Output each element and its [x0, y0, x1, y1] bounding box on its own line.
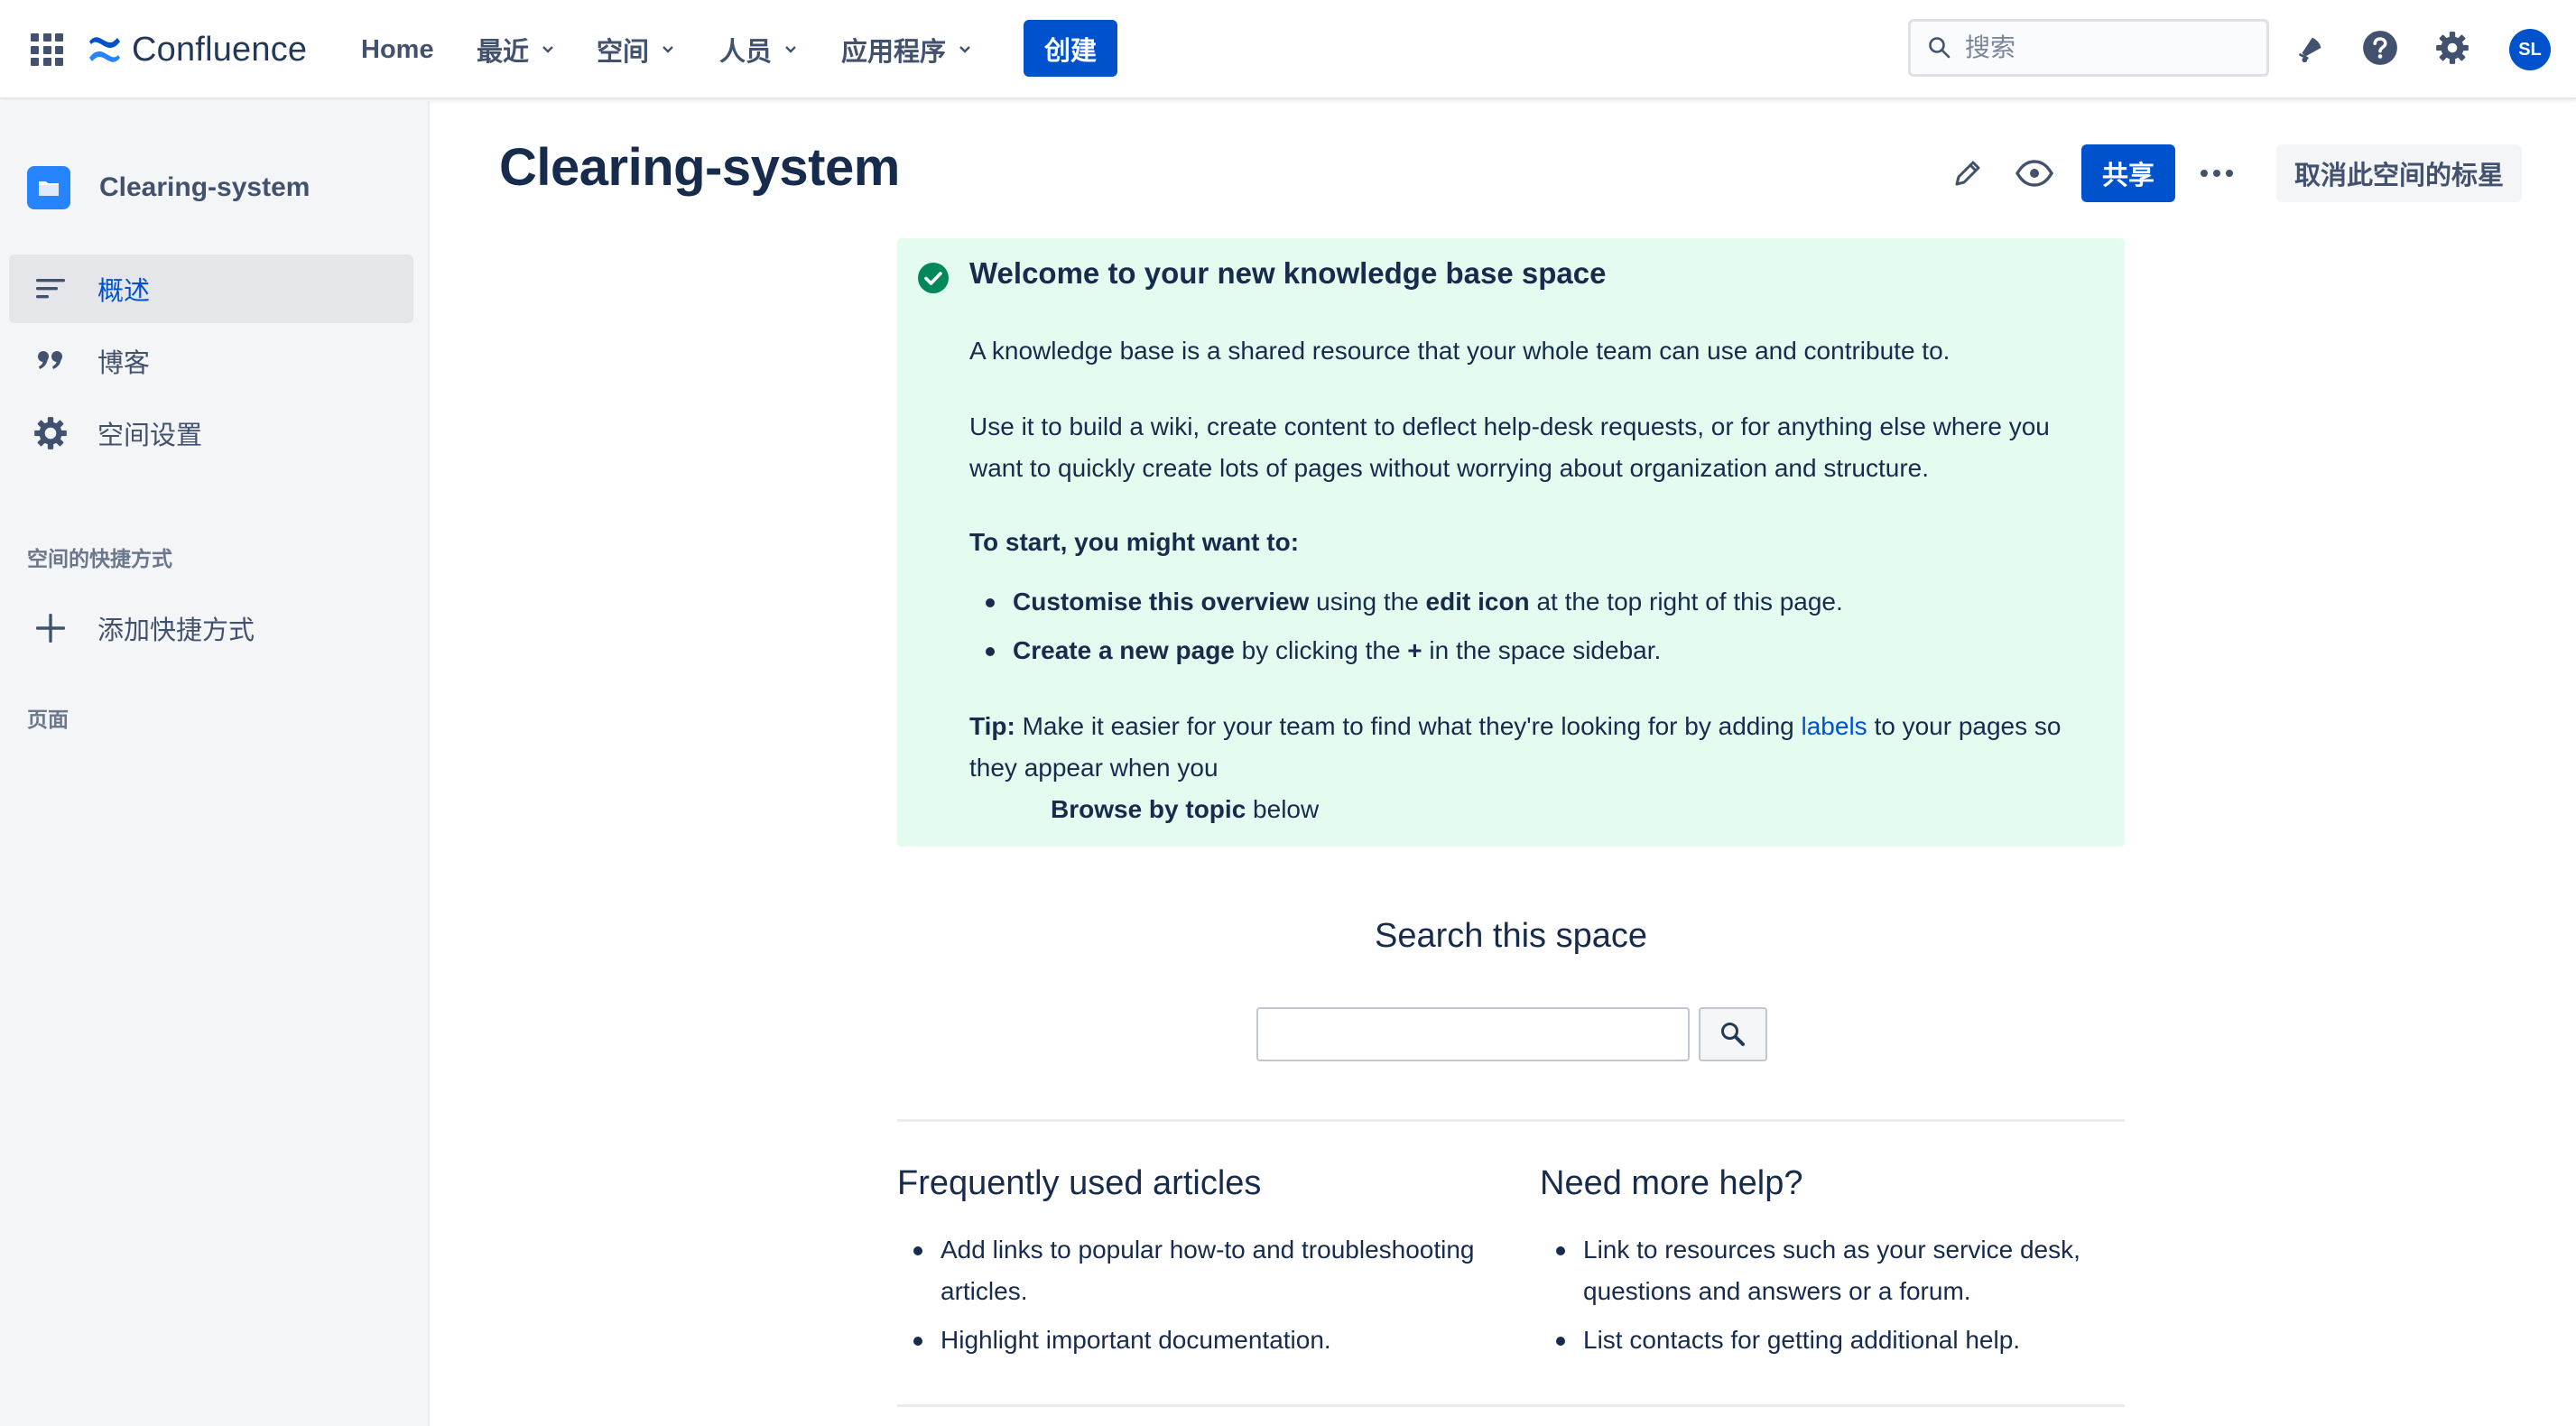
global-search-input[interactable] [1965, 33, 2254, 62]
space-name: Clearing-system [99, 172, 310, 202]
space-header[interactable]: Clearing-system [27, 166, 310, 209]
nav-people[interactable]: 人员 [719, 27, 797, 72]
chevron-down-icon [663, 46, 673, 53]
create-button[interactable]: 创建 [1024, 20, 1117, 77]
panel-tip: Tip: Make it easier for your team to fin… [969, 712, 2062, 740]
settings-gear-icon[interactable] [2432, 27, 2473, 69]
need-help-list: Link to resources such as your service d… [1540, 1229, 2117, 1368]
panel-title: Welcome to your new knowledge base space [969, 256, 1607, 290]
user-avatar[interactable]: SL [2509, 29, 2551, 70]
divider [897, 1119, 2125, 1122]
search-space-heading: Search this space [1374, 917, 1648, 955]
list-item: Highlight important documentation. [897, 1320, 1475, 1361]
space-search-input[interactable] [1256, 1007, 1690, 1061]
space-search-button[interactable] [1699, 1007, 1767, 1061]
add-shortcut-label: 添加快捷方式 [97, 616, 255, 645]
nav-recent[interactable]: 最近 [477, 27, 554, 72]
nav-recent-label: 最近 [477, 38, 530, 67]
sidebar-item-space-settings[interactable]: 空间设置 [9, 399, 413, 468]
share-button[interactable]: 共享 [2081, 144, 2175, 202]
nav-spaces[interactable]: 空间 [597, 27, 674, 72]
notifications-icon[interactable] [2290, 27, 2331, 69]
add-shortcut-button[interactable]: 添加快捷方式 [9, 594, 413, 662]
list-item: Add links to popular how-to and troubles… [897, 1229, 1475, 1312]
panel-use-line-2: want to quickly create lots of pages wit… [969, 454, 1930, 482]
nav-people-label: 人员 [719, 38, 773, 67]
nav-apps[interactable]: 应用程序 [841, 27, 971, 72]
space-sidebar: Clearing-system 概述 博客 空间设置 空间的快捷方式 添加快捷方… [0, 101, 430, 1426]
nav-apps-label: 应用程序 [841, 38, 947, 67]
chevron-down-icon [959, 46, 970, 53]
frequent-articles-heading: Frequently used articles [897, 1164, 1262, 1202]
panel-start-heading: To start, you might want to: [969, 528, 1300, 556]
search-icon [1929, 37, 1951, 59]
sidebar-item-label: 概述 [97, 277, 151, 306]
need-help-heading: Need more help? [1540, 1164, 1803, 1202]
sidebar-item-label: 空间设置 [97, 421, 203, 450]
logo-text: Confluence [132, 30, 308, 69]
list-item: List contacts for getting additional hel… [1540, 1320, 2117, 1361]
nav-home[interactable]: Home [361, 27, 434, 72]
app-switcher-icon[interactable] [31, 33, 63, 66]
edit-pencil-icon[interactable] [1946, 152, 1989, 195]
panel-tip-line-2: they appear when you [969, 754, 1219, 782]
panel-start-list: Customise this overview using the edit i… [969, 581, 2107, 679]
confluence-logo-icon [89, 37, 120, 62]
list-item: Create a new page by clicking the + in t… [969, 630, 2107, 679]
more-actions-icon[interactable] [2195, 152, 2238, 195]
page-title: Clearing-system [499, 138, 900, 197]
divider [897, 1404, 2125, 1407]
list-item: Customise this overview using the edit i… [969, 581, 2107, 630]
panel-use-line-1: Use it to build a wiki, create content t… [969, 412, 2050, 440]
pages-heading: 页面 [27, 708, 69, 731]
search-icon [1721, 1023, 1745, 1046]
sidebar-item-overview[interactable]: 概述 [9, 255, 413, 323]
sidebar-item-label: 博客 [97, 349, 151, 378]
success-check-icon [918, 263, 949, 293]
unstar-space-button[interactable]: 取消此空间的标星 [2276, 144, 2522, 202]
panel-intro: A knowledge base is a shared resource th… [969, 337, 1951, 365]
nav-spaces-label: 空间 [597, 38, 650, 67]
global-search[interactable] [1908, 19, 2269, 77]
frequent-articles-list: Add links to popular how-to and troubles… [897, 1229, 1475, 1368]
labels-link[interactable]: labels [1802, 712, 1867, 740]
top-navigation: Confluence Home 最近 空间 人员 应用程序 创建 搜索 SL [0, 0, 2576, 99]
welcome-panel: Welcome to your new knowledge base space… [897, 238, 2125, 847]
list-item: Link to resources such as your service d… [1540, 1229, 2117, 1312]
plus-icon [29, 607, 72, 650]
confluence-logo[interactable]: Confluence [87, 27, 307, 72]
folder-icon [27, 166, 70, 209]
nav-home-label: Home [361, 34, 434, 64]
help-icon[interactable] [2359, 27, 2401, 69]
shortcuts-heading: 空间的快捷方式 [27, 547, 172, 570]
overview-icon [29, 267, 72, 310]
sidebar-item-blog[interactable]: 博客 [9, 327, 413, 395]
chevron-down-icon [785, 46, 796, 53]
gear-icon [29, 412, 72, 455]
watch-eye-icon[interactable] [2013, 152, 2056, 195]
panel-tip-line-3: Browse by topic below [1051, 795, 1320, 823]
quote-icon [29, 339, 72, 383]
chevron-down-icon [542, 46, 553, 53]
